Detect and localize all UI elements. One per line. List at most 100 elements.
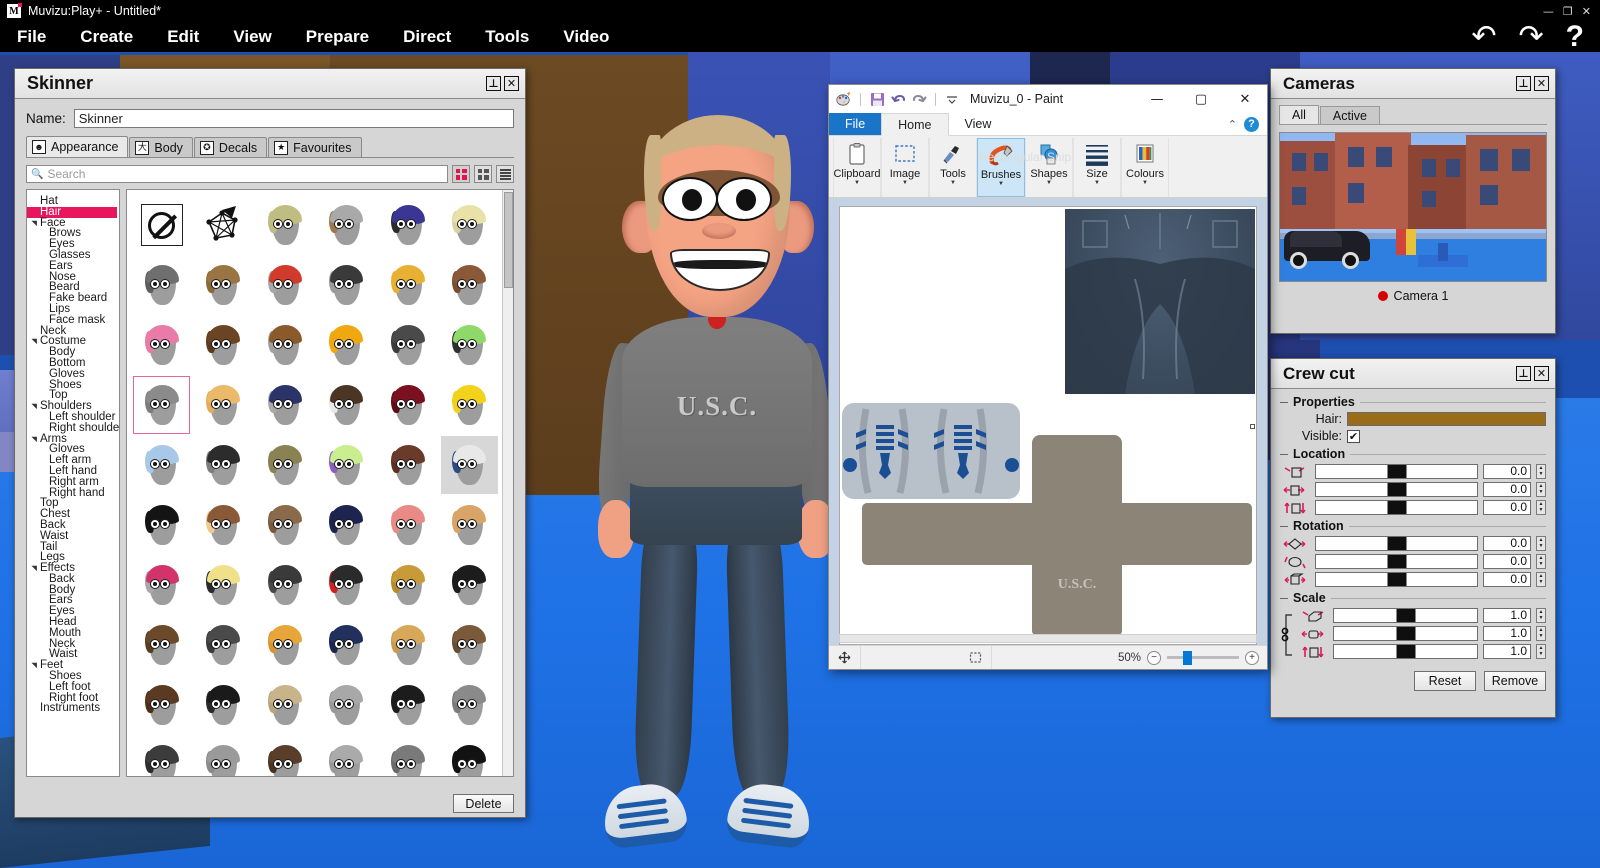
maximize-icon[interactable]: ❐ [1563, 5, 1573, 18]
collapse-icon[interactable] [1280, 401, 1288, 403]
camera-preview[interactable] [1279, 132, 1547, 282]
hair-thumbnail[interactable] [256, 256, 313, 314]
expander-icon[interactable]: ◢ [30, 337, 41, 346]
vertical-axis-slider[interactable] [1315, 500, 1478, 515]
tree-item-fake-beard[interactable]: Fake beard [27, 293, 117, 304]
grid-small-view-button[interactable] [474, 165, 492, 183]
chevron-down-icon[interactable]: ▼ [1094, 180, 1100, 186]
tab-favourites[interactable]: ★ Favourites [268, 137, 362, 157]
hair-thumbnail[interactable] [256, 196, 313, 254]
hair-color-swatch[interactable] [1347, 412, 1546, 426]
hair-thumbnail[interactable] [256, 676, 313, 734]
hair-thumbnail[interactable] [195, 496, 252, 554]
menu-item-tools[interactable]: Tools [468, 27, 546, 47]
expander-icon[interactable]: ◢ [30, 402, 41, 411]
ribbon-group-tools[interactable]: Tools ▼ [929, 138, 977, 197]
hair-thumbnail[interactable] [256, 556, 313, 614]
customize-qat-icon[interactable] [944, 91, 960, 107]
tab-decals[interactable]: ✪ Decals [193, 137, 268, 157]
collapse-ribbon-icon[interactable]: ⌃ [1228, 118, 1237, 131]
slider-knob[interactable] [1387, 555, 1406, 568]
scale-link-icon[interactable] [1280, 611, 1296, 659]
close-button[interactable]: ✕ [1223, 85, 1267, 113]
chevron-down-icon[interactable]: ▼ [854, 180, 860, 186]
close-icon[interactable]: ✕ [504, 76, 519, 91]
hair-thumbnail[interactable] [379, 196, 436, 254]
maximize-button[interactable]: ▢ [1179, 85, 1223, 113]
hair-thumbnail[interactable] [318, 196, 375, 254]
hair-thumbnail[interactable] [195, 376, 252, 434]
chevron-down-icon[interactable]: ▼ [1046, 180, 1052, 186]
hair-thumbnail[interactable] [379, 736, 436, 776]
vertical-axis-spinner[interactable]: ▲ ▼ [1536, 500, 1546, 515]
depth-axis-spinner[interactable]: ▲ ▼ [1536, 464, 1546, 479]
hair-thumbnail[interactable] [195, 616, 252, 674]
collapse-icon[interactable] [1280, 597, 1288, 599]
horizontal-axis-slider[interactable] [1315, 482, 1478, 497]
canvas-resize-handle-right[interactable] [1250, 423, 1255, 429]
tab-body[interactable]: 大 Body [129, 137, 193, 157]
hair-thumbnail[interactable] [318, 256, 375, 314]
chevron-down-icon[interactable]: ▼ [998, 181, 1004, 187]
scrollbar-thumb[interactable] [504, 192, 513, 288]
tree-item-right-arm[interactable]: Right arm [27, 476, 117, 488]
remove-button[interactable]: Remove [1484, 671, 1546, 691]
menu-item-direct[interactable]: Direct [386, 27, 468, 47]
hair-thumbnail[interactable] [195, 256, 252, 314]
close-icon[interactable]: ✕ [1534, 366, 1549, 381]
expander-icon[interactable]: ◢ [30, 661, 41, 670]
slider-knob[interactable] [1387, 537, 1406, 550]
thumbnail-scrollbar[interactable] [502, 190, 513, 776]
close-icon[interactable]: ✕ [1534, 76, 1549, 91]
hair-thumbnail[interactable] [441, 196, 498, 254]
scale-width-axis-spinner[interactable]: ▲ ▼ [1536, 626, 1546, 641]
hair-thumbnail[interactable] [195, 736, 252, 776]
hair-thumbnail[interactable] [133, 316, 190, 374]
slider-knob[interactable] [1387, 483, 1406, 496]
menu-item-create[interactable]: Create [63, 27, 150, 47]
help-icon[interactable]: ? [1244, 116, 1259, 132]
chevron-down-icon[interactable]: ▼ [950, 180, 956, 186]
hair-thumbnail[interactable] [318, 676, 375, 734]
paint-tab-home[interactable]: Home [881, 113, 949, 136]
expander-icon[interactable]: ◢ [30, 434, 41, 443]
hair-thumbnail[interactable] [133, 736, 190, 776]
hair-thumbnail[interactable] [195, 436, 252, 494]
slider-knob[interactable] [1387, 465, 1406, 478]
paint-app-icon[interactable] [836, 91, 852, 107]
menu-item-prepare[interactable]: Prepare [289, 27, 386, 47]
menu-item-video[interactable]: Video [546, 27, 626, 47]
hair-thumbnail[interactable] [441, 676, 498, 734]
dock-icon[interactable]: ⊥ [486, 76, 501, 91]
hair-thumbnail[interactable] [133, 376, 190, 434]
slider-knob[interactable] [1396, 609, 1415, 622]
delete-button[interactable]: Delete [453, 794, 514, 813]
slider-knob[interactable] [1396, 645, 1415, 658]
ribbon-group-clipboard[interactable]: Clipboard ▼ [833, 138, 881, 197]
zoom-in-button[interactable]: + [1245, 650, 1259, 665]
pitch-axis-spinner[interactable]: ▲ ▼ [1536, 554, 1546, 569]
tree-item-hair[interactable]: Hair [27, 206, 117, 218]
expander-icon[interactable]: ◢ [30, 564, 41, 573]
minimize-icon[interactable]: — [1543, 5, 1554, 18]
slider-knob[interactable] [1396, 627, 1415, 640]
camera-tab-active[interactable]: Active [1319, 106, 1380, 124]
hair-thumbnail[interactable] [440, 436, 498, 494]
hair-thumbnail[interactable] [133, 256, 190, 314]
save-icon[interactable] [869, 91, 885, 107]
character-model[interactable]: U.S.C. [560, 95, 850, 865]
tree-item-ears[interactable]: Ears [27, 260, 117, 272]
menu-item-view[interactable]: View [216, 27, 288, 47]
zoom-slider[interactable] [1167, 651, 1239, 665]
pitch-axis-value[interactable]: 0.0 [1483, 554, 1531, 569]
hair-thumbnail[interactable] [441, 556, 498, 614]
hair-thumbnail[interactable] [256, 436, 313, 494]
hair-thumbnail[interactable] [195, 556, 252, 614]
category-tree[interactable]: Hat Hair ◢ Face Brows Eyes Glasses Ears Nose Bear… [26, 189, 120, 777]
chevron-down-icon[interactable]: ▼ [1142, 180, 1148, 186]
vertical-axis-value[interactable]: 0.0 [1483, 500, 1531, 515]
hair-thumbnail[interactable] [379, 676, 436, 734]
canvas-horizontal-scrollbar[interactable] [839, 634, 1257, 643]
reset-button[interactable]: Reset [1414, 671, 1476, 691]
expander-icon[interactable]: ◢ [30, 218, 41, 227]
